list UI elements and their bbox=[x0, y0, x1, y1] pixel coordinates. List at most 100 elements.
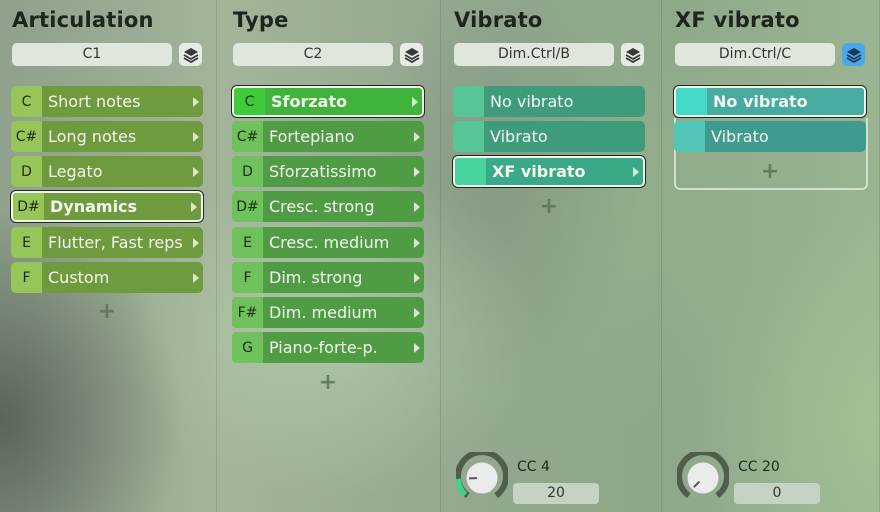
type-column: Type C2 C Sforzato C# Fortepiano D Sforzati… bbox=[221, 0, 441, 512]
item-label: Dim. strong bbox=[269, 268, 363, 287]
chevron-right-icon bbox=[414, 201, 420, 212]
list-item[interactable]: Vibrato bbox=[453, 121, 645, 152]
chevron-right-icon bbox=[414, 166, 420, 177]
list-item[interactable]: Vibrato bbox=[674, 121, 866, 152]
list-item-selected[interactable]: XF vibrato bbox=[453, 156, 645, 187]
list-item[interactable]: G Piano-forte-p. bbox=[232, 332, 424, 363]
chevron-right-icon bbox=[193, 166, 199, 177]
vibrato-column: Vibrato Dim.Ctrl/B No vibrato Vibrato XF… bbox=[442, 0, 662, 512]
chevron-right-icon bbox=[414, 307, 420, 318]
key-label: D# bbox=[232, 191, 263, 222]
list-item[interactable]: F Dim. strong bbox=[232, 262, 424, 293]
column-title: Vibrato bbox=[454, 8, 543, 32]
key-label: G bbox=[232, 332, 263, 363]
key-label: E bbox=[232, 227, 263, 258]
key-label: D# bbox=[13, 193, 44, 220]
key-label: E bbox=[11, 227, 42, 258]
key-label bbox=[453, 121, 484, 152]
item-label: Piano-forte-p. bbox=[269, 338, 378, 357]
key-label: F bbox=[11, 262, 42, 293]
column-title: XF vibrato bbox=[675, 8, 800, 32]
chevron-right-icon bbox=[414, 272, 420, 283]
add-item-button[interactable]: + bbox=[539, 196, 559, 218]
list-item[interactable]: F Custom bbox=[11, 262, 203, 293]
articulation-column: Articulation C1 C Short notes C# Long note… bbox=[0, 0, 217, 512]
key-label: F bbox=[232, 262, 263, 293]
chevron-right-icon bbox=[193, 131, 199, 142]
item-label: Dynamics bbox=[50, 197, 138, 216]
item-label: Cresc. strong bbox=[269, 197, 375, 216]
item-label: Vibrato bbox=[711, 127, 769, 146]
cc-knob[interactable] bbox=[455, 449, 509, 504]
cc-knob[interactable] bbox=[676, 449, 730, 504]
cc-value-field[interactable]: 0 bbox=[734, 483, 820, 504]
item-label: Vibrato bbox=[490, 127, 548, 146]
key-label: C bbox=[11, 86, 42, 117]
item-label: Sforzatissimo bbox=[269, 162, 377, 181]
item-label: Long notes bbox=[48, 127, 137, 146]
chevron-right-icon bbox=[633, 166, 639, 177]
layers-button[interactable] bbox=[621, 43, 644, 66]
item-label: Cresc. medium bbox=[269, 233, 390, 252]
key-switch-field[interactable]: Dim.Ctrl/C bbox=[675, 43, 835, 66]
list-item[interactable]: C# Fortepiano bbox=[232, 121, 424, 152]
xf-vibrato-column: XF vibrato Dim.Ctrl/C No vibrato Vibrato… bbox=[663, 0, 880, 512]
list-item[interactable]: C# Long notes bbox=[11, 121, 203, 152]
layers-button[interactable] bbox=[400, 43, 423, 66]
key-switch-field[interactable]: C1 bbox=[12, 43, 172, 66]
layers-icon bbox=[404, 47, 419, 63]
list-item[interactable]: D Sforzatissimo bbox=[232, 156, 424, 187]
layers-icon bbox=[846, 47, 861, 63]
add-item-button[interactable]: + bbox=[97, 301, 117, 323]
list-item[interactable]: D Legato bbox=[11, 156, 203, 187]
chevron-right-icon bbox=[193, 96, 199, 107]
chevron-right-icon bbox=[193, 237, 199, 248]
chevron-right-icon bbox=[414, 131, 420, 142]
chevron-right-icon bbox=[193, 272, 199, 283]
list-item-selected[interactable]: C Sforzato bbox=[232, 86, 424, 117]
layers-icon bbox=[183, 47, 198, 63]
item-label: Flutter, Fast reps bbox=[48, 233, 183, 252]
item-label: Short notes bbox=[48, 92, 141, 111]
key-label bbox=[453, 86, 484, 117]
list-item-selected[interactable]: D# Dynamics bbox=[11, 191, 203, 222]
column-title: Type bbox=[233, 8, 289, 32]
add-item-button[interactable]: + bbox=[318, 372, 338, 394]
item-label: Custom bbox=[48, 268, 110, 287]
list-item[interactable]: F# Dim. medium bbox=[232, 297, 424, 328]
list-item[interactable]: D# Cresc. strong bbox=[232, 191, 424, 222]
cc-label: CC 4 bbox=[517, 459, 550, 475]
layers-button[interactable] bbox=[179, 43, 202, 66]
column-title: Articulation bbox=[12, 8, 154, 32]
key-label: C# bbox=[11, 121, 42, 152]
layers-button[interactable] bbox=[842, 43, 865, 66]
chevron-right-icon bbox=[191, 201, 197, 212]
list-item[interactable]: No vibrato bbox=[453, 86, 645, 117]
item-label: No vibrato bbox=[713, 92, 808, 111]
key-label bbox=[674, 121, 705, 152]
chevron-right-icon bbox=[414, 342, 420, 353]
key-switch-field[interactable]: Dim.Ctrl/B bbox=[454, 43, 614, 66]
item-label: No vibrato bbox=[490, 92, 574, 111]
list-item[interactable]: C Short notes bbox=[11, 86, 203, 117]
list-item[interactable]: E Flutter, Fast reps bbox=[11, 227, 203, 258]
key-switch-field[interactable]: C2 bbox=[233, 43, 393, 66]
key-label: F# bbox=[232, 297, 263, 328]
layers-icon bbox=[625, 47, 640, 63]
cc-label: CC 20 bbox=[738, 459, 780, 475]
key-label: D bbox=[11, 156, 42, 187]
key-label: D bbox=[232, 156, 263, 187]
item-label: XF vibrato bbox=[492, 162, 586, 181]
cc-value-field[interactable]: 20 bbox=[513, 483, 599, 504]
item-label: Sforzato bbox=[271, 92, 348, 111]
list-item-selected[interactable]: No vibrato bbox=[674, 86, 866, 117]
chevron-right-icon bbox=[414, 237, 420, 248]
item-label: Dim. medium bbox=[269, 303, 378, 322]
key-label: C bbox=[234, 88, 265, 115]
list-item[interactable]: E Cresc. medium bbox=[232, 227, 424, 258]
add-item-button[interactable]: + bbox=[760, 161, 780, 183]
key-label bbox=[676, 88, 707, 115]
key-label: C# bbox=[232, 121, 263, 152]
item-label: Legato bbox=[48, 162, 103, 181]
item-label: Fortepiano bbox=[269, 127, 355, 146]
